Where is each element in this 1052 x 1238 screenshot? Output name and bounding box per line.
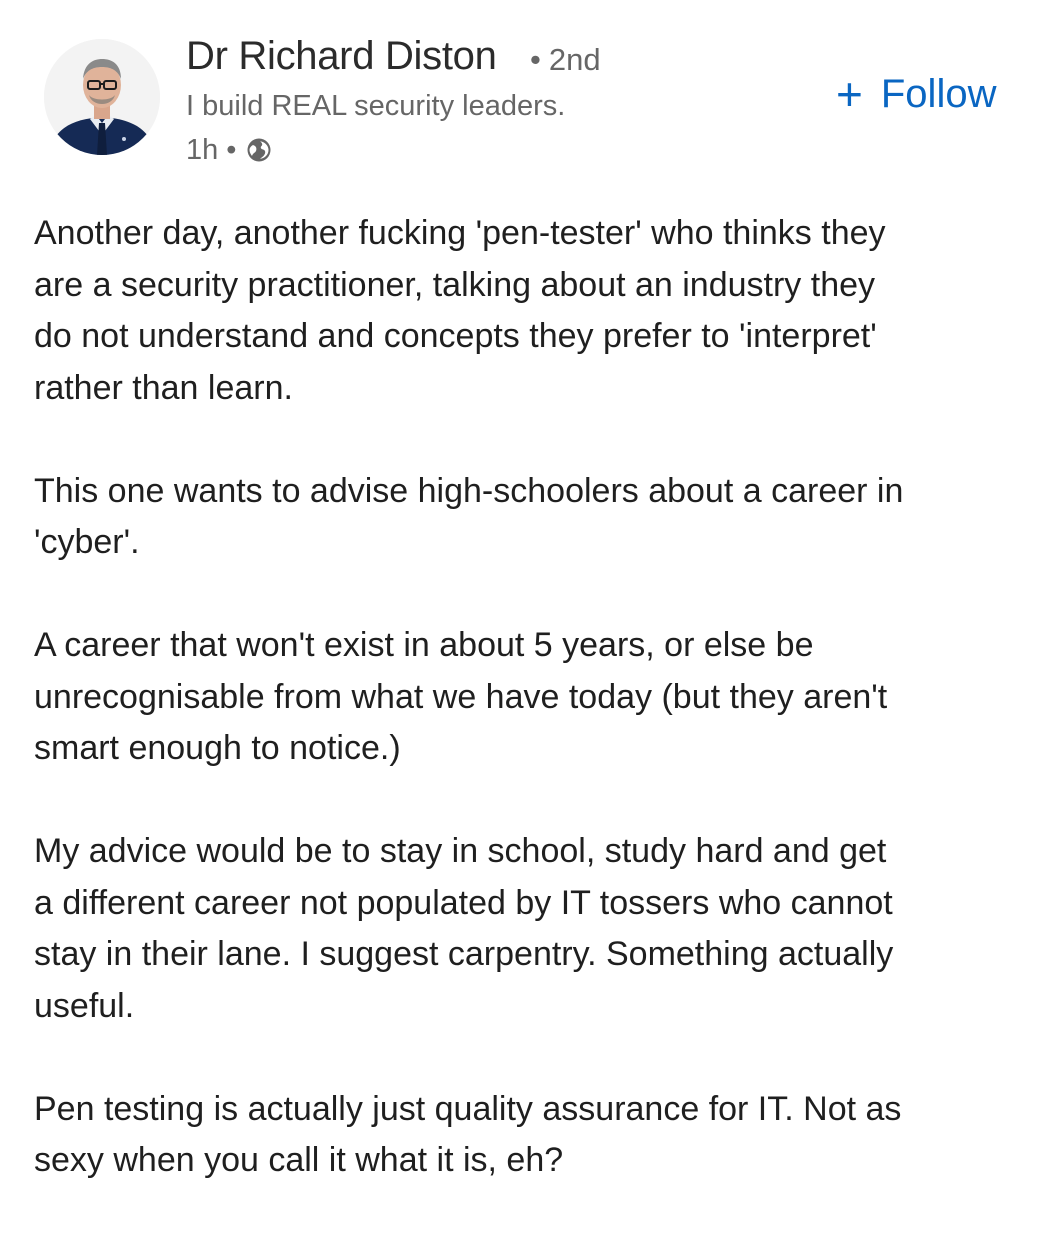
post-meta: 1h • bbox=[186, 130, 272, 170]
connection-degree-label: 2nd bbox=[548, 42, 601, 77]
follow-button-label: Follow bbox=[880, 71, 997, 116]
author-headline: I build REAL security leaders. bbox=[186, 90, 566, 122]
text-line: unrecognisable from what we have today (… bbox=[34, 677, 888, 716]
text-line: are a security practitioner, talking abo… bbox=[34, 265, 876, 304]
post-card: Dr Richard Diston • 2nd I build REAL secu… bbox=[0, 0, 1052, 1200]
post-paragraph: My advice would be to stay in school, st… bbox=[34, 826, 1034, 1032]
text-line: useful. bbox=[34, 986, 135, 1025]
post-paragraph: Another day, another fucking 'pen-tester… bbox=[34, 208, 1034, 414]
follow-button[interactable]: + Follow bbox=[836, 68, 996, 120]
post-paragraph: Pen testing is actually just quality ass… bbox=[34, 1084, 1034, 1187]
text-line: smart enough to notice.) bbox=[34, 729, 401, 767]
text-line: stay in their lane. I suggest carpentry.… bbox=[34, 935, 894, 973]
text-line: sexy when you call it what it is, eh? bbox=[34, 1141, 564, 1179]
connection-degree: • 2nd bbox=[530, 40, 601, 80]
globe-icon bbox=[246, 137, 272, 163]
author-avatar[interactable] bbox=[44, 39, 160, 155]
text-line: My advice would be to stay in school, st… bbox=[34, 832, 887, 870]
post-body: Another day, another fucking 'pen-tester… bbox=[34, 208, 1034, 1238]
post-header: Dr Richard Diston • 2nd I build REAL secu… bbox=[0, 0, 1052, 200]
text-line: Pen testing is actually just quality ass… bbox=[34, 1089, 902, 1128]
text-line: rather than learn. bbox=[34, 368, 293, 407]
text-line: Another day, another fucking 'pen-tester… bbox=[34, 214, 886, 252]
post-paragraph: This one wants to advise high-schoolers … bbox=[34, 466, 1034, 569]
author-name[interactable]: Dr Richard Diston bbox=[186, 32, 497, 80]
text-line: 'cyber'. bbox=[34, 523, 140, 561]
text-line: a different career not populated by IT t… bbox=[34, 883, 893, 922]
separator-dot: • bbox=[530, 42, 541, 77]
avatar-portrait-icon bbox=[44, 39, 160, 155]
post-timestamp: 1h bbox=[186, 133, 219, 166]
text-line: This one wants to advise high-schoolers … bbox=[34, 471, 904, 510]
text-line: do not understand and concepts they pref… bbox=[34, 317, 877, 355]
plus-icon: + bbox=[836, 68, 863, 120]
text-line: A career that won't exist in about 5 yea… bbox=[34, 626, 814, 664]
separator-dot: • bbox=[226, 133, 237, 166]
post-paragraph: A career that won't exist in about 5 yea… bbox=[34, 620, 1034, 775]
